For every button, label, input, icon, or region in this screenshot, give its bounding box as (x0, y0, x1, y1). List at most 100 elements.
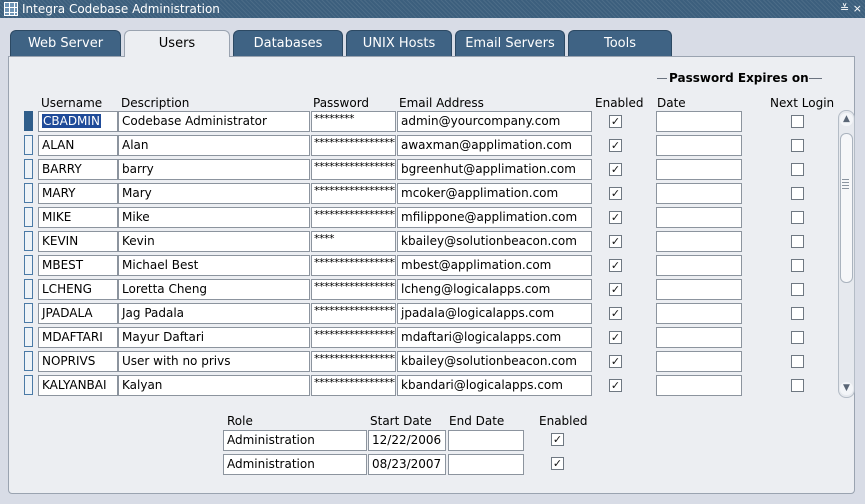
username-field[interactable]: MARY (38, 183, 118, 204)
password-field[interactable]: ***************** (311, 255, 396, 276)
expiry-date-field[interactable] (656, 303, 742, 324)
email-field[interactable]: awaxman@applimation.com (397, 135, 592, 156)
email-field[interactable]: bgreenhut@applimation.com (397, 159, 592, 180)
end-date-field[interactable] (448, 430, 524, 451)
description-field[interactable]: Loretta Cheng (118, 279, 310, 300)
email-field[interactable]: lcheng@logicalapps.com (397, 279, 592, 300)
username-field[interactable]: KEVIN (38, 231, 118, 252)
username-field[interactable]: MBEST (38, 255, 118, 276)
username-field[interactable]: LCHENG (38, 279, 118, 300)
window-controls[interactable]: ≚ × (840, 0, 862, 18)
row-selector[interactable] (24, 183, 33, 203)
next-login-checkbox[interactable] (791, 307, 804, 320)
description-field[interactable]: Mary (118, 183, 310, 204)
start-date-field[interactable]: 08/23/2007 (368, 454, 446, 475)
row-selector[interactable] (24, 159, 33, 179)
email-field[interactable]: mcoker@applimation.com (397, 183, 592, 204)
enabled-checkbox[interactable]: ✓ (609, 355, 622, 368)
password-field[interactable]: **** (311, 231, 396, 252)
username-field[interactable]: JPADALA (38, 303, 118, 324)
email-field[interactable]: mdaftari@logicalapps.com (397, 327, 592, 348)
next-login-checkbox[interactable] (791, 355, 804, 368)
row-selector[interactable] (24, 255, 33, 275)
next-login-checkbox[interactable] (791, 379, 804, 392)
description-field[interactable]: Alan (118, 135, 310, 156)
expiry-date-field[interactable] (656, 135, 742, 156)
email-field[interactable]: kbailey@solutionbeacon.com (397, 351, 592, 372)
description-field[interactable]: Mike (118, 207, 310, 228)
row-selector[interactable] (24, 279, 33, 299)
description-field[interactable]: Kevin (118, 231, 310, 252)
enabled-checkbox[interactable]: ✓ (609, 139, 622, 152)
username-field[interactable]: MIKE (38, 207, 118, 228)
password-field[interactable]: ***************** (311, 207, 396, 228)
next-login-checkbox[interactable] (791, 283, 804, 296)
username-field[interactable]: NOPRIVS (38, 351, 118, 372)
description-field[interactable]: User with no privs (118, 351, 310, 372)
tab-users[interactable]: Users (124, 30, 230, 57)
password-field[interactable]: ***************** (311, 351, 396, 372)
enabled-checkbox[interactable]: ✓ (609, 307, 622, 320)
row-selector[interactable] (24, 207, 33, 227)
enabled-checkbox[interactable]: ✓ (609, 331, 622, 344)
scroll-up-icon[interactable]: ▲ (840, 113, 853, 126)
next-login-checkbox[interactable] (791, 211, 804, 224)
enabled-checkbox[interactable]: ✓ (609, 163, 622, 176)
scroll-thumb[interactable] (840, 133, 853, 283)
row-selector[interactable] (24, 327, 33, 347)
enabled-checkbox[interactable]: ✓ (609, 235, 622, 248)
role-enabled-checkbox[interactable]: ✓ (551, 457, 564, 470)
description-field[interactable]: Jag Padala (118, 303, 310, 324)
description-field[interactable]: Michael Best (118, 255, 310, 276)
expiry-date-field[interactable] (656, 279, 742, 300)
expiry-date-field[interactable] (656, 183, 742, 204)
row-selector[interactable] (24, 111, 33, 131)
tab-email-servers[interactable]: Email Servers (455, 30, 565, 56)
password-field[interactable]: ******** (311, 111, 396, 132)
next-login-checkbox[interactable] (791, 235, 804, 248)
end-date-field[interactable] (448, 454, 524, 475)
email-field[interactable]: admin@yourcompany.com (397, 111, 592, 132)
row-selector[interactable] (24, 231, 33, 251)
expiry-date-field[interactable] (656, 327, 742, 348)
password-field[interactable]: ***************** (311, 159, 396, 180)
password-field[interactable]: ***************** (311, 327, 396, 348)
next-login-checkbox[interactable] (791, 259, 804, 272)
username-field[interactable]: KALYANBAI (38, 375, 118, 396)
enabled-checkbox[interactable]: ✓ (609, 283, 622, 296)
expiry-date-field[interactable] (656, 351, 742, 372)
start-date-field[interactable]: 12/22/2006 (368, 430, 446, 451)
next-login-checkbox[interactable] (791, 187, 804, 200)
row-selector[interactable] (24, 303, 33, 323)
email-field[interactable]: mfilippone@applimation.com (397, 207, 592, 228)
tab-web-server[interactable]: Web Server (10, 30, 121, 56)
expiry-date-field[interactable] (656, 111, 742, 132)
email-field[interactable]: kbandari@logicalapps.com (397, 375, 592, 396)
password-field[interactable]: ***************** (311, 135, 396, 156)
expiry-date-field[interactable] (656, 159, 742, 180)
row-selector[interactable] (24, 351, 33, 371)
vertical-scrollbar[interactable]: ▲ ▼ (838, 110, 855, 398)
expiry-date-field[interactable] (656, 375, 742, 396)
email-field[interactable]: kbailey@solutionbeacon.com (397, 231, 592, 252)
expiry-date-field[interactable] (656, 231, 742, 252)
next-login-checkbox[interactable] (791, 139, 804, 152)
username-field[interactable]: MDAFTARI (38, 327, 118, 348)
password-field[interactable]: ***************** (311, 303, 396, 324)
expiry-date-field[interactable] (656, 207, 742, 228)
enabled-checkbox[interactable]: ✓ (609, 187, 622, 200)
enabled-checkbox[interactable]: ✓ (609, 259, 622, 272)
username-field[interactable]: CBADMIN (38, 111, 118, 132)
role-field[interactable]: Administration (223, 454, 367, 475)
enabled-checkbox[interactable]: ✓ (609, 379, 622, 392)
next-login-checkbox[interactable] (791, 331, 804, 344)
description-field[interactable]: Codebase Administrator (118, 111, 310, 132)
email-field[interactable]: jpadala@logicalapps.com (397, 303, 592, 324)
scroll-down-icon[interactable]: ▼ (840, 382, 853, 395)
password-field[interactable]: ***************** (311, 183, 396, 204)
password-field[interactable]: ***************** (311, 279, 396, 300)
row-selector[interactable] (24, 375, 33, 395)
password-field[interactable]: ***************** (311, 375, 396, 396)
row-selector[interactable] (24, 135, 33, 155)
description-field[interactable]: barry (118, 159, 310, 180)
